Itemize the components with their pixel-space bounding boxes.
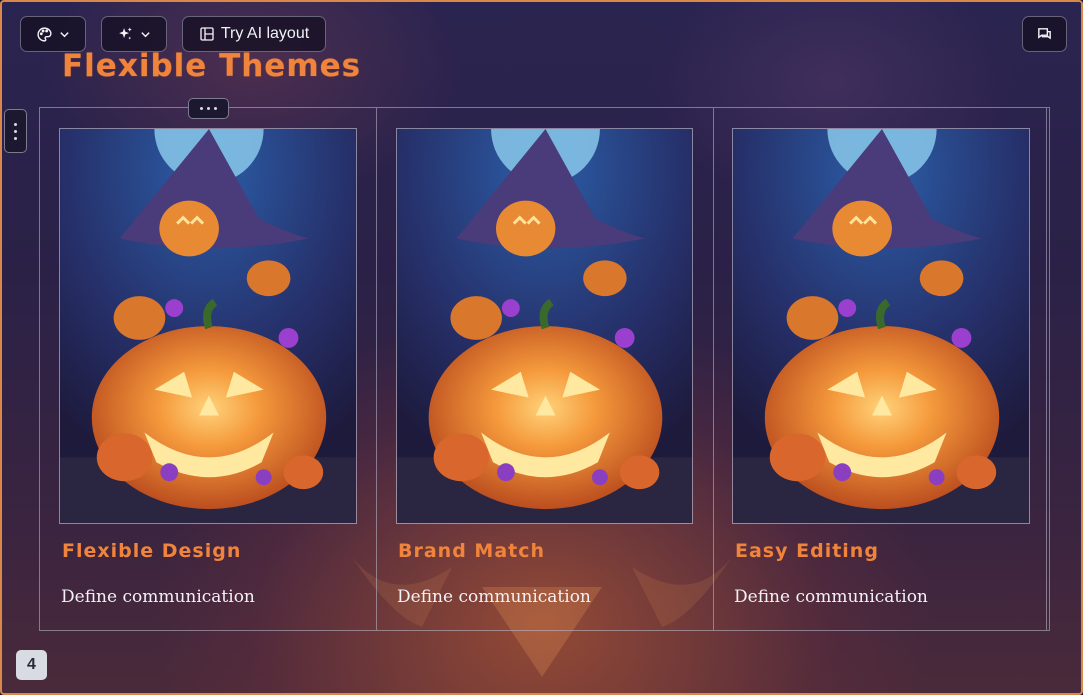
halloween-pumpkin-image — [733, 129, 1029, 523]
card-title-3[interactable]: Easy Editing — [735, 540, 879, 562]
slide-canvas[interactable]: Try AI layout Flexible Themes Flexible D… — [0, 0, 1083, 695]
card-image-2[interactable] — [396, 128, 693, 524]
card-image-3[interactable] — [732, 128, 1030, 524]
block-drag-handle[interactable] — [4, 109, 27, 153]
sparkles-icon — [119, 26, 132, 39]
try-ai-layout-label: Try AI layout — [220, 25, 310, 42]
ai-dropdown-button[interactable] — [101, 16, 167, 52]
halloween-pumpkin-image — [397, 129, 692, 523]
comments-button[interactable] — [1022, 16, 1067, 52]
slide-title[interactable]: Flexible Themes — [62, 48, 361, 84]
comments-icon — [1038, 27, 1051, 39]
chevron-down-icon — [60, 31, 69, 37]
card-body-3[interactable]: Define communication — [734, 587, 928, 607]
card-title-1[interactable]: Flexible Design — [62, 540, 241, 562]
theme-dropdown-button[interactable] — [20, 16, 86, 52]
palette-icon — [37, 26, 52, 42]
card-title-2[interactable]: Brand Match — [398, 540, 545, 562]
halloween-pumpkin-image — [60, 129, 356, 523]
card-body-2[interactable]: Define communication — [397, 587, 591, 607]
column-divider — [1046, 108, 1047, 630]
grid-drag-handle[interactable] — [188, 98, 229, 119]
card-image-1[interactable] — [59, 128, 357, 524]
column-divider — [376, 108, 377, 630]
column-divider — [713, 108, 714, 630]
try-ai-layout-button[interactable]: Try AI layout — [182, 16, 326, 52]
card-body-1[interactable]: Define communication — [61, 587, 255, 607]
chevron-down-icon — [141, 31, 150, 37]
layout-icon — [200, 27, 214, 41]
page-number-badge: 4 — [16, 650, 47, 680]
